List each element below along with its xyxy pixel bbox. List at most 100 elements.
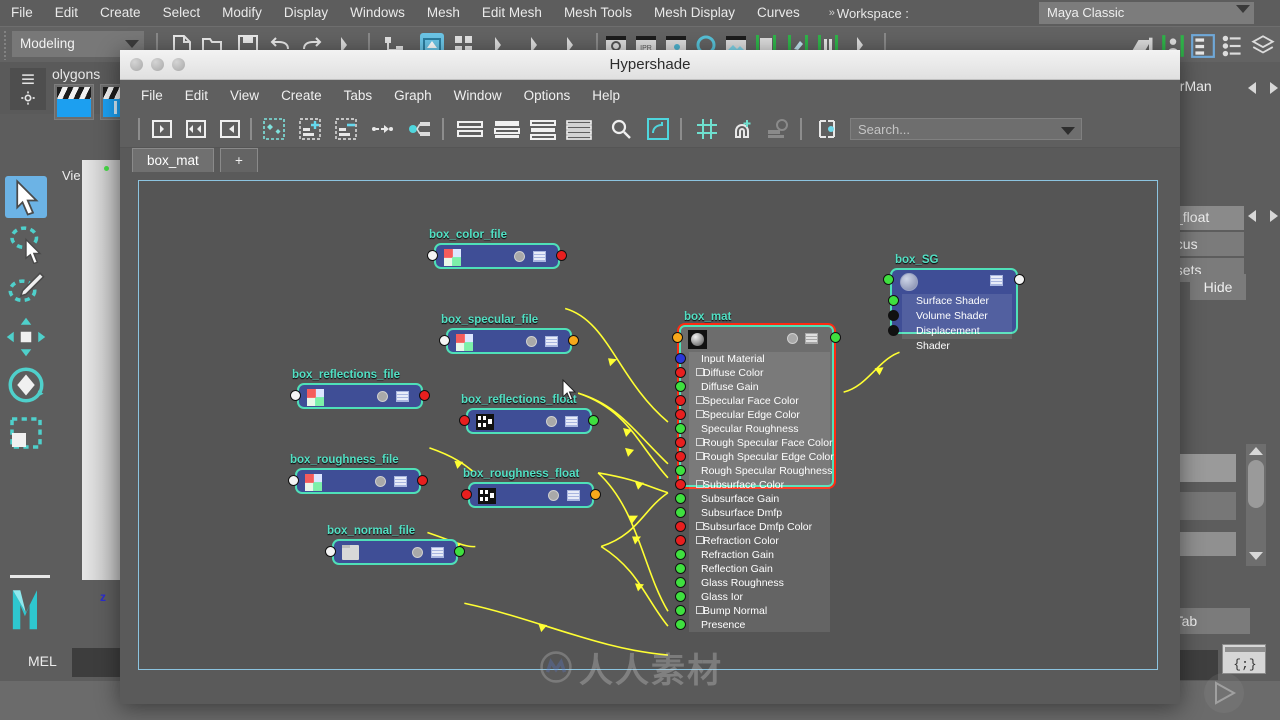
node-input-port[interactable] xyxy=(459,415,470,426)
search-icon[interactable] xyxy=(609,117,633,141)
minimize-icon[interactable] xyxy=(151,58,164,71)
attr-port[interactable] xyxy=(675,451,686,462)
node-output-port[interactable] xyxy=(588,415,599,426)
attr-port[interactable] xyxy=(675,563,686,574)
shelf-tab-label[interactable]: olygons xyxy=(52,66,100,82)
attr-row[interactable]: Specular Edge Color xyxy=(675,408,832,422)
attr-port[interactable] xyxy=(675,409,686,420)
prev-tab-arrow-icon[interactable] xyxy=(1248,82,1256,94)
hide-button[interactable]: Hide xyxy=(1190,274,1246,300)
menu-curves[interactable]: Curves xyxy=(746,0,811,26)
attr-port[interactable] xyxy=(675,395,686,406)
attr-row[interactable]: Rough Specular Roughness xyxy=(675,464,832,478)
channel-box-icon[interactable] xyxy=(1220,33,1246,57)
node-right-port[interactable] xyxy=(830,332,841,343)
attr-row[interactable]: Subsurface Gain xyxy=(675,492,832,506)
attr-port[interactable] xyxy=(675,605,686,616)
attr-scrollbar[interactable] xyxy=(1246,444,1266,566)
lasso-tool-icon[interactable] xyxy=(5,222,47,265)
sg-attr-row[interactable]: Surface Shader xyxy=(888,294,1016,309)
node-input-port[interactable] xyxy=(290,390,301,401)
attr-port[interactable] xyxy=(675,549,686,560)
hs-menu-help[interactable]: Help xyxy=(581,88,631,103)
output-connections-icon[interactable] xyxy=(218,117,242,141)
node-output-port[interactable] xyxy=(556,250,567,261)
node-output-port[interactable] xyxy=(454,546,465,557)
attr-row[interactable]: Glass Ior xyxy=(675,590,832,604)
attr-port[interactable] xyxy=(675,381,686,392)
add-selected-icon[interactable] xyxy=(298,117,322,141)
node-graph-canvas[interactable]: box_color_file box_specular_file box_ref… xyxy=(138,180,1158,691)
show-custom-attrs-icon[interactable] xyxy=(529,117,557,141)
undo-view-icon[interactable] xyxy=(766,117,790,141)
tab-box-mat[interactable]: box_mat xyxy=(132,148,214,172)
scroll-thumb[interactable] xyxy=(1248,460,1264,508)
close-icon[interactable] xyxy=(130,58,143,71)
attr-row[interactable]: Bump Normal xyxy=(675,604,832,618)
sg-attr-port[interactable] xyxy=(888,310,899,321)
node-input-port[interactable] xyxy=(461,489,472,500)
node-left-port[interactable] xyxy=(672,332,683,343)
maximize-icon[interactable] xyxy=(172,58,185,71)
node-body[interactable] xyxy=(446,328,572,354)
attr-port[interactable] xyxy=(675,591,686,602)
attr-port[interactable] xyxy=(675,353,686,364)
node-output-port[interactable] xyxy=(568,335,579,346)
menu-create[interactable]: Create xyxy=(89,0,152,26)
shelf-menu-button[interactable] xyxy=(10,68,46,110)
attr-row[interactable]: Glass Roughness xyxy=(675,576,832,590)
toggle-shape-icon[interactable] xyxy=(815,117,839,141)
node-body[interactable]: Surface Shader Volume Shader Displacement … xyxy=(888,268,1018,352)
node-body[interactable] xyxy=(295,468,421,494)
attr-row[interactable]: Refraction Color xyxy=(675,534,832,548)
attr-row[interactable]: Refraction Gain xyxy=(675,548,832,562)
hypershade-titlebar[interactable]: Hypershade xyxy=(120,50,1180,80)
menu-windows[interactable]: Windows xyxy=(339,0,416,26)
attr-row[interactable]: Diffuse Color xyxy=(675,366,832,380)
node-body[interactable] xyxy=(466,408,592,434)
menu-display[interactable]: Display xyxy=(273,0,339,26)
node-body[interactable]: Input Material Diffuse Color Diffuse Gain S… xyxy=(675,325,834,632)
attr-port[interactable] xyxy=(675,507,686,518)
layer-editor-icon[interactable] xyxy=(1250,33,1276,57)
attr-port[interactable] xyxy=(675,479,686,490)
node-body[interactable] xyxy=(434,243,560,269)
node-right-port[interactable] xyxy=(1014,274,1025,285)
attr-row[interactable]: Subsurface Color xyxy=(675,478,832,492)
scale-tool-icon[interactable] xyxy=(5,412,47,454)
menu-edit-mesh[interactable]: Edit Mesh xyxy=(471,0,553,26)
node-body[interactable] xyxy=(468,482,594,508)
attr-row[interactable]: Specular Roughness xyxy=(675,422,832,436)
attr-row[interactable]: Rough Specular Edge Color xyxy=(675,450,834,464)
sg-attr-row[interactable]: Displacement Shader xyxy=(888,324,1016,352)
menu-select[interactable]: Select xyxy=(152,0,212,26)
remove-selected-icon[interactable] xyxy=(334,117,358,141)
hs-menu-create[interactable]: Create xyxy=(270,88,333,103)
scroll-down-arrow-icon[interactable] xyxy=(1249,552,1263,560)
move-tool-icon[interactable] xyxy=(5,316,47,358)
attr-port[interactable] xyxy=(675,521,686,532)
grid-snap-icon[interactable] xyxy=(695,117,719,141)
attr-row[interactable]: Presence xyxy=(675,618,832,632)
node-left-port[interactable] xyxy=(883,274,894,285)
attr-row[interactable]: Diffuse Gain xyxy=(675,380,832,394)
node-body[interactable] xyxy=(332,539,458,565)
script-editor-icon[interactable]: {;} xyxy=(1222,644,1266,674)
attr-port[interactable] xyxy=(675,493,686,504)
attr-port[interactable] xyxy=(675,437,686,448)
next-node-arrow-icon[interactable] xyxy=(1270,210,1278,222)
hs-menu-options[interactable]: Options xyxy=(513,88,582,103)
attr-port[interactable] xyxy=(675,465,686,476)
toolbar-grip[interactable] xyxy=(3,30,7,60)
command-line-mode-label[interactable]: MEL xyxy=(28,653,57,669)
graph-materials-icon[interactable] xyxy=(408,117,432,141)
node-body[interactable] xyxy=(297,383,423,409)
search-field[interactable]: Search... xyxy=(850,118,1082,140)
show-primary-attrs-icon[interactable] xyxy=(565,117,593,141)
snap-to-grid-icon[interactable] xyxy=(730,117,754,141)
select-tool-icon[interactable] xyxy=(5,176,47,218)
attr-row[interactable]: Rough Specular Face Color xyxy=(675,436,833,450)
paint-select-tool-icon[interactable] xyxy=(5,268,47,310)
node-input-port[interactable] xyxy=(439,335,450,346)
show-connected-attrs-icon[interactable] xyxy=(493,117,521,141)
